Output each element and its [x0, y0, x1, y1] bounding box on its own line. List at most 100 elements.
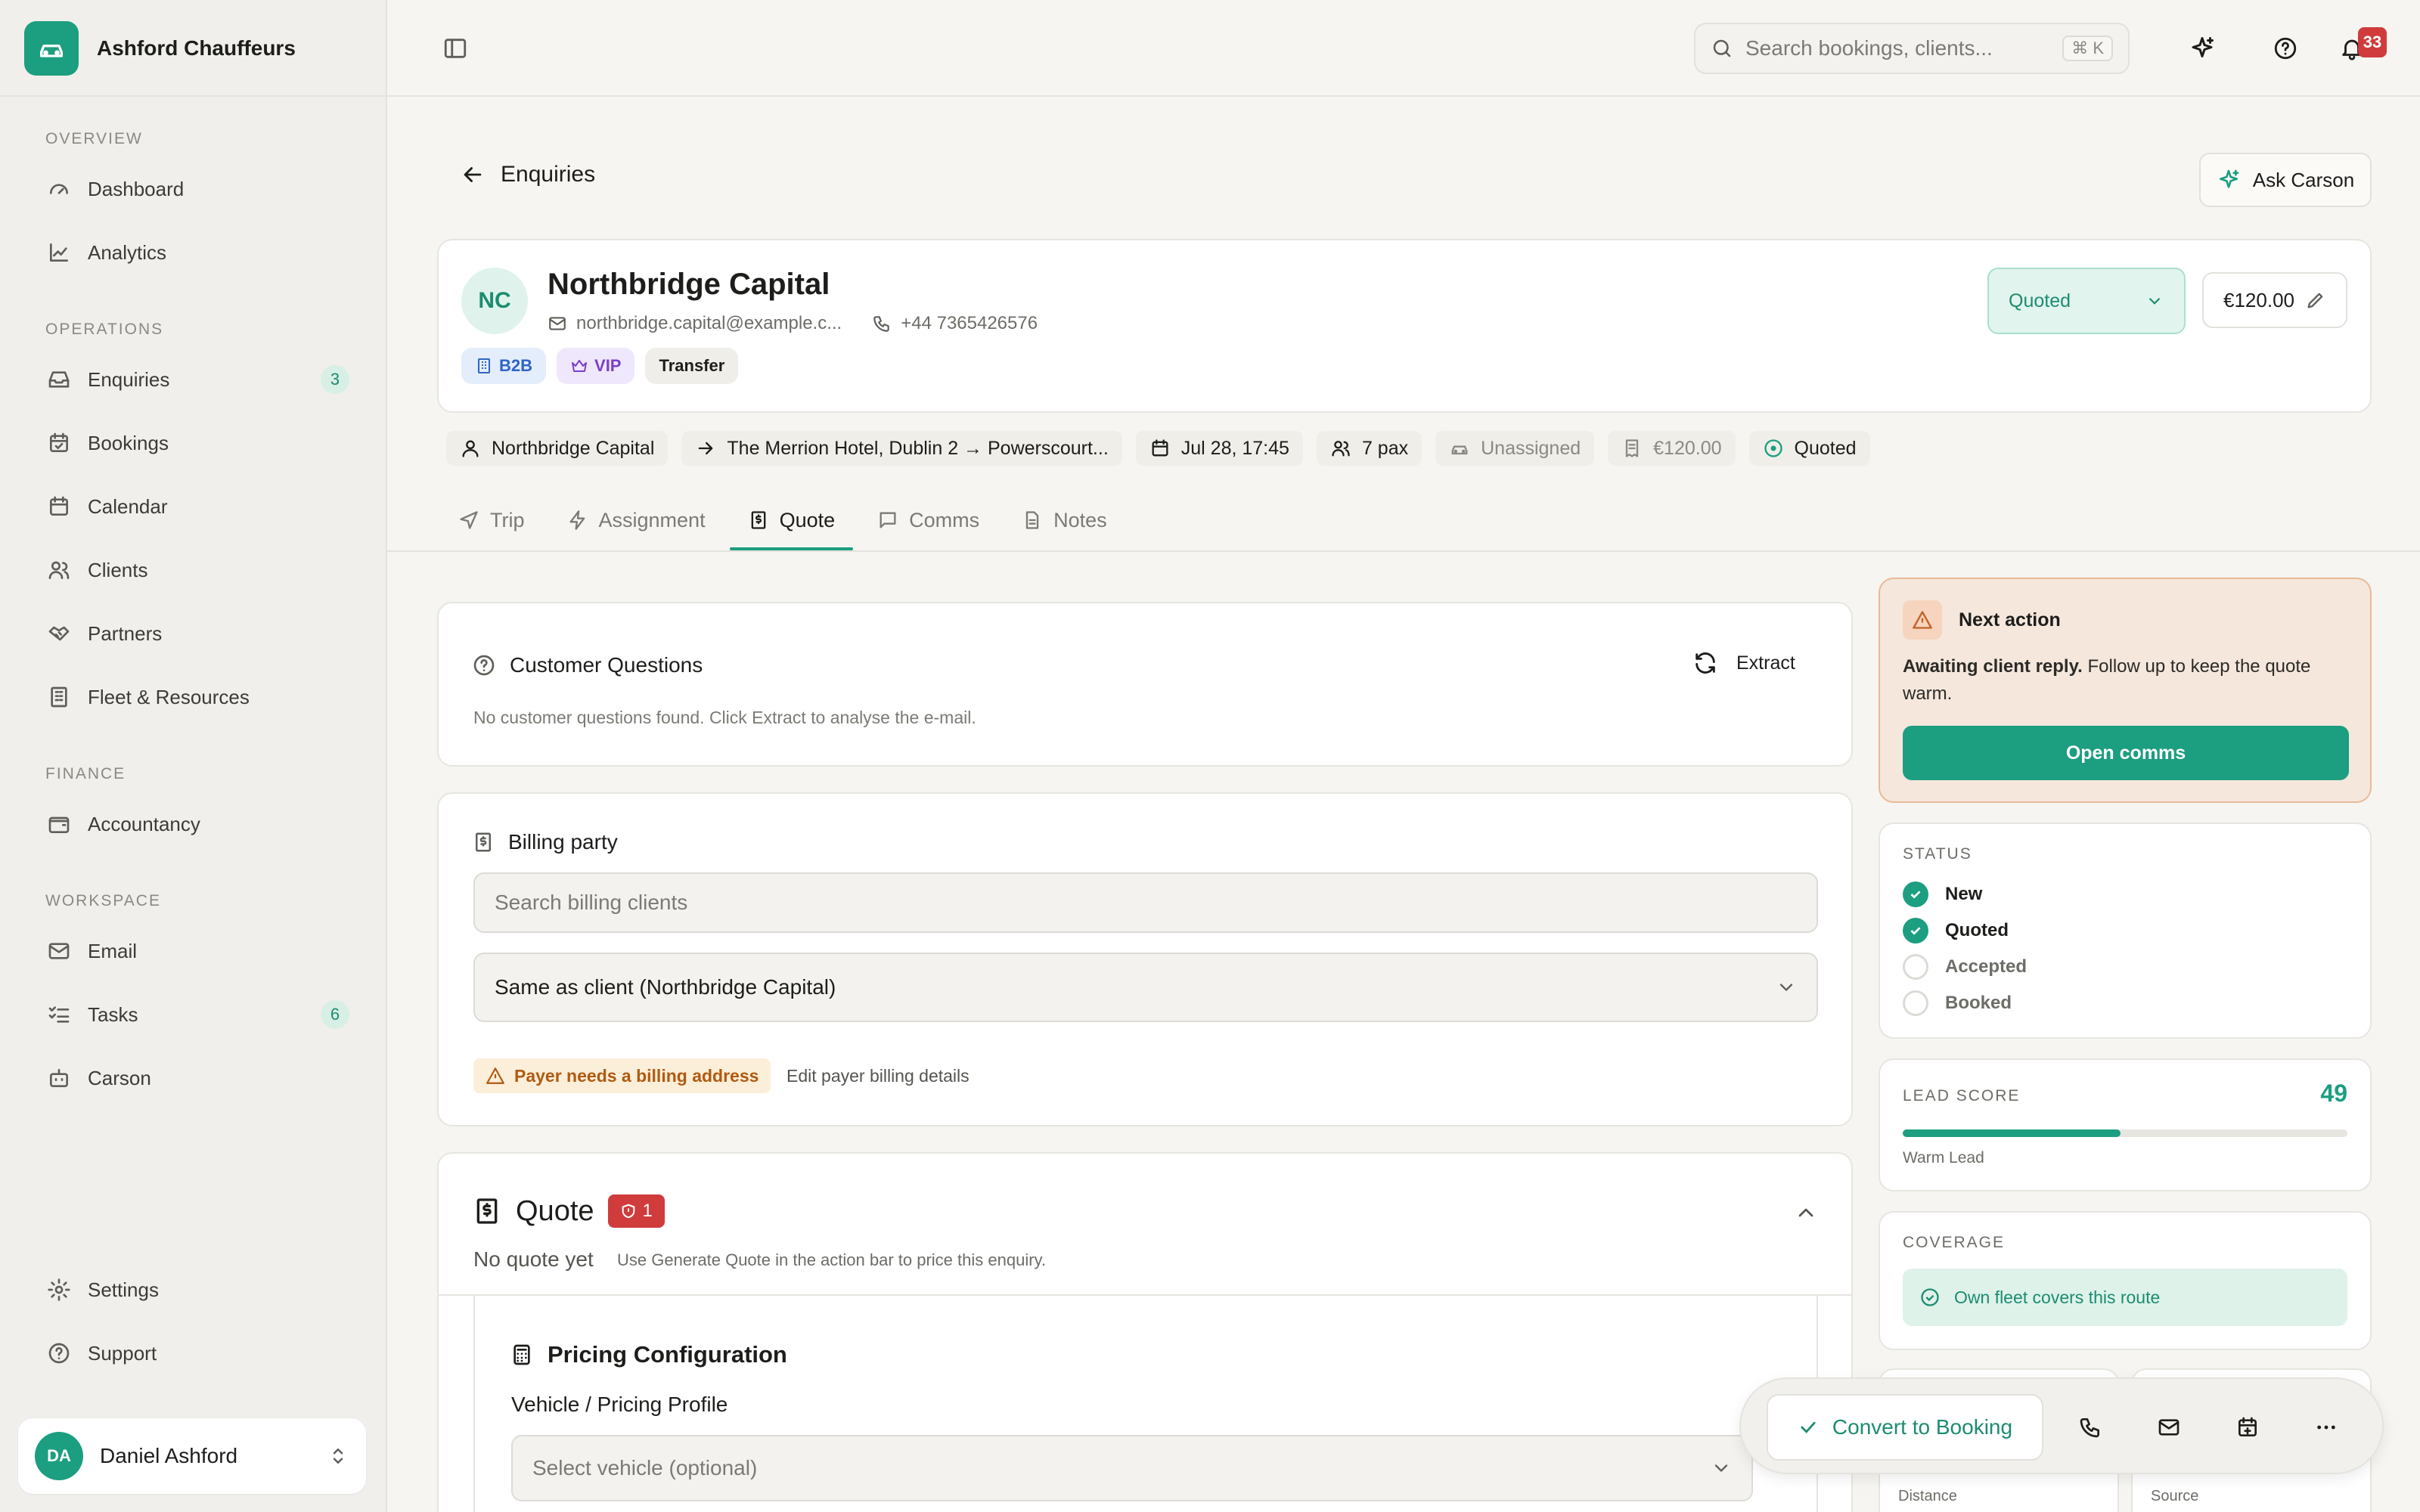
sidebar-item-support[interactable]: Support — [30, 1329, 363, 1377]
tab-label: Notes — [1053, 508, 1107, 531]
tab-assignment[interactable]: Assignment — [546, 490, 727, 550]
client-phone[interactable]: +44 7365426576 — [901, 313, 1038, 334]
lead-score-card: Lead Score 49 Warm Lead — [1879, 1058, 2372, 1191]
user-icon — [462, 440, 479, 457]
extract-button[interactable]: Extract — [1692, 650, 1795, 676]
sidebar-item-email[interactable]: Email — [30, 927, 363, 975]
badge-count: 1 — [642, 1201, 653, 1221]
price-value: €120.00 — [2223, 288, 2294, 311]
users-icon — [48, 561, 70, 579]
receipt-icon — [1625, 439, 1639, 457]
status-step-accepted: Accepted — [1903, 954, 2027, 980]
help-button[interactable] — [2264, 27, 2307, 70]
sidebar-item-carson[interactable]: Carson — [30, 1054, 363, 1102]
next-action-card: Next action Awaiting client reply. Follo… — [1879, 578, 2372, 803]
alert-triangle-icon — [1903, 600, 1942, 640]
summary-datetime-label: Jul 28, 17:45 — [1181, 437, 1289, 459]
questions-empty-text: No customer questions found. Click Extra… — [473, 708, 976, 727]
more-horizontal-icon — [2317, 1425, 2335, 1430]
back-to-enquiries-link[interactable]: Enquiries — [460, 162, 595, 187]
edit-price-button[interactable]: €120.00 — [2202, 272, 2347, 328]
panel-left-icon — [444, 39, 467, 58]
alert-triangle-icon — [486, 1067, 504, 1084]
circle-dot-icon — [1764, 439, 1782, 457]
sidebar-item-analytics[interactable]: Analytics — [30, 228, 363, 277]
status-card: Status New Quoted Accepted Booked — [1879, 823, 2372, 1039]
next-action-text: Awaiting client reply. Follow up to keep… — [1903, 653, 2349, 708]
tab-notes[interactable]: Notes — [1001, 490, 1128, 550]
avatar: DA — [35, 1432, 83, 1480]
extract-label: Extract — [1736, 652, 1795, 674]
sidebar-item-label: Calendar — [88, 494, 168, 518]
open-comms-button[interactable]: Open comms — [1903, 726, 2349, 780]
sidebar-item-label: Enquiries — [88, 367, 170, 391]
lead-score-title: Lead Score — [1903, 1087, 2021, 1105]
sidebar-item-enquiries[interactable]: Enquiries 3 — [30, 355, 363, 404]
quote-status-text: No quote yet — [473, 1247, 594, 1271]
check-circle-icon — [1921, 1288, 1939, 1306]
tag-vip: VIP — [557, 348, 635, 384]
client-card: NC Northbridge Capital northbridge.capit… — [437, 239, 2372, 413]
next-action-title: Next action — [1959, 609, 2061, 631]
brand[interactable]: Ashford Chauffeurs — [24, 21, 296, 76]
panel-title: Customer Questions — [510, 653, 703, 677]
arrow-right-icon — [699, 442, 713, 455]
distance-label: Distance — [1898, 1488, 1957, 1504]
sidebar-item-label: Analytics — [88, 240, 167, 264]
step-label: Accepted — [1945, 956, 2028, 977]
tab-label: Trip — [490, 508, 525, 531]
step-label: New — [1945, 884, 1983, 904]
notification-count-badge: 33 — [2358, 27, 2387, 57]
quote-issue-badge: 1 — [607, 1194, 665, 1228]
toggle-sidebar-button[interactable] — [434, 27, 476, 70]
tab-quote[interactable]: Quote — [727, 490, 857, 550]
more-actions-button[interactable] — [2304, 1405, 2349, 1450]
user-menu[interactable]: DA Daniel Ashford — [18, 1418, 366, 1494]
convert-to-booking-button[interactable]: Convert to Booking — [1767, 1394, 2043, 1461]
handshake-icon — [48, 626, 70, 641]
pricing-configuration-card: Pricing Configuration Vehicle / Pricing … — [473, 1294, 1818, 1512]
sidebar-item-tasks[interactable]: Tasks 6 — [30, 990, 363, 1039]
calculator-icon — [513, 1344, 530, 1365]
email-button[interactable] — [2146, 1405, 2192, 1450]
search-input[interactable]: Search bookings, clients... — [1745, 36, 2050, 60]
sidebar-item-label: Settings — [88, 1278, 159, 1301]
tab-comms[interactable]: Comms — [856, 490, 1001, 550]
vehicle-select[interactable]: Select vehicle (optional) — [511, 1435, 1753, 1501]
wallet-icon — [48, 816, 70, 833]
status-dropdown[interactable]: Quoted — [1987, 268, 2186, 334]
summary-pax: 7 pax — [1316, 431, 1423, 466]
receipt-icon — [476, 832, 491, 852]
warning-text: Payer needs a billing address — [514, 1065, 759, 1086]
global-search[interactable]: Search bookings, clients... ⌘ K — [1694, 23, 2130, 74]
app-name: Ashford Chauffeurs — [97, 36, 296, 60]
empty-circle-icon — [1903, 990, 1928, 1016]
sidebar-item-fleet[interactable]: Fleet & Resources — [30, 673, 363, 721]
lead-score-label: Warm Lead — [1903, 1149, 1984, 1167]
ask-carson-button[interactable]: Ask Carson — [2199, 153, 2372, 207]
chevron-up-icon[interactable] — [1794, 1201, 1818, 1225]
billing-search-input[interactable]: Search billing clients — [473, 872, 1818, 933]
sidebar-item-accountancy[interactable]: Accountancy — [30, 800, 363, 848]
call-button[interactable] — [2068, 1405, 2113, 1450]
next-action-emphasis: Awaiting client reply. — [1903, 656, 2083, 677]
client-email[interactable]: northbridge.capital@example.c... — [576, 313, 842, 334]
vehicle-label: Vehicle / Pricing Profile — [511, 1393, 728, 1416]
sidebar-item-partners[interactable]: Partners — [30, 609, 363, 658]
building-icon — [51, 686, 67, 708]
customer-questions-title: Customer Questions — [472, 653, 703, 677]
sidebar-item-calendar[interactable]: Calendar — [30, 482, 363, 531]
billing-party-select[interactable]: Same as client (Northbridge Capital) — [473, 953, 1818, 1022]
tag-b2b: B2B — [461, 348, 547, 384]
tag-label: VIP — [594, 356, 622, 375]
action-bar: Convert to Booking — [1739, 1377, 2384, 1474]
schedule-button[interactable] — [2225, 1405, 2270, 1450]
ai-sparkles-button[interactable] — [2181, 27, 2223, 70]
sidebar-item-dashboard[interactable]: Dashboard — [30, 165, 363, 213]
sidebar-item-bookings[interactable]: Bookings — [30, 419, 363, 467]
sidebar-item-clients[interactable]: Clients — [30, 546, 363, 594]
help-circle-icon — [2274, 37, 2297, 60]
tab-trip[interactable]: Trip — [437, 490, 546, 550]
edit-billing-link[interactable]: Edit payer billing details — [786, 1066, 970, 1086]
sidebar-item-settings[interactable]: Settings — [30, 1266, 363, 1314]
